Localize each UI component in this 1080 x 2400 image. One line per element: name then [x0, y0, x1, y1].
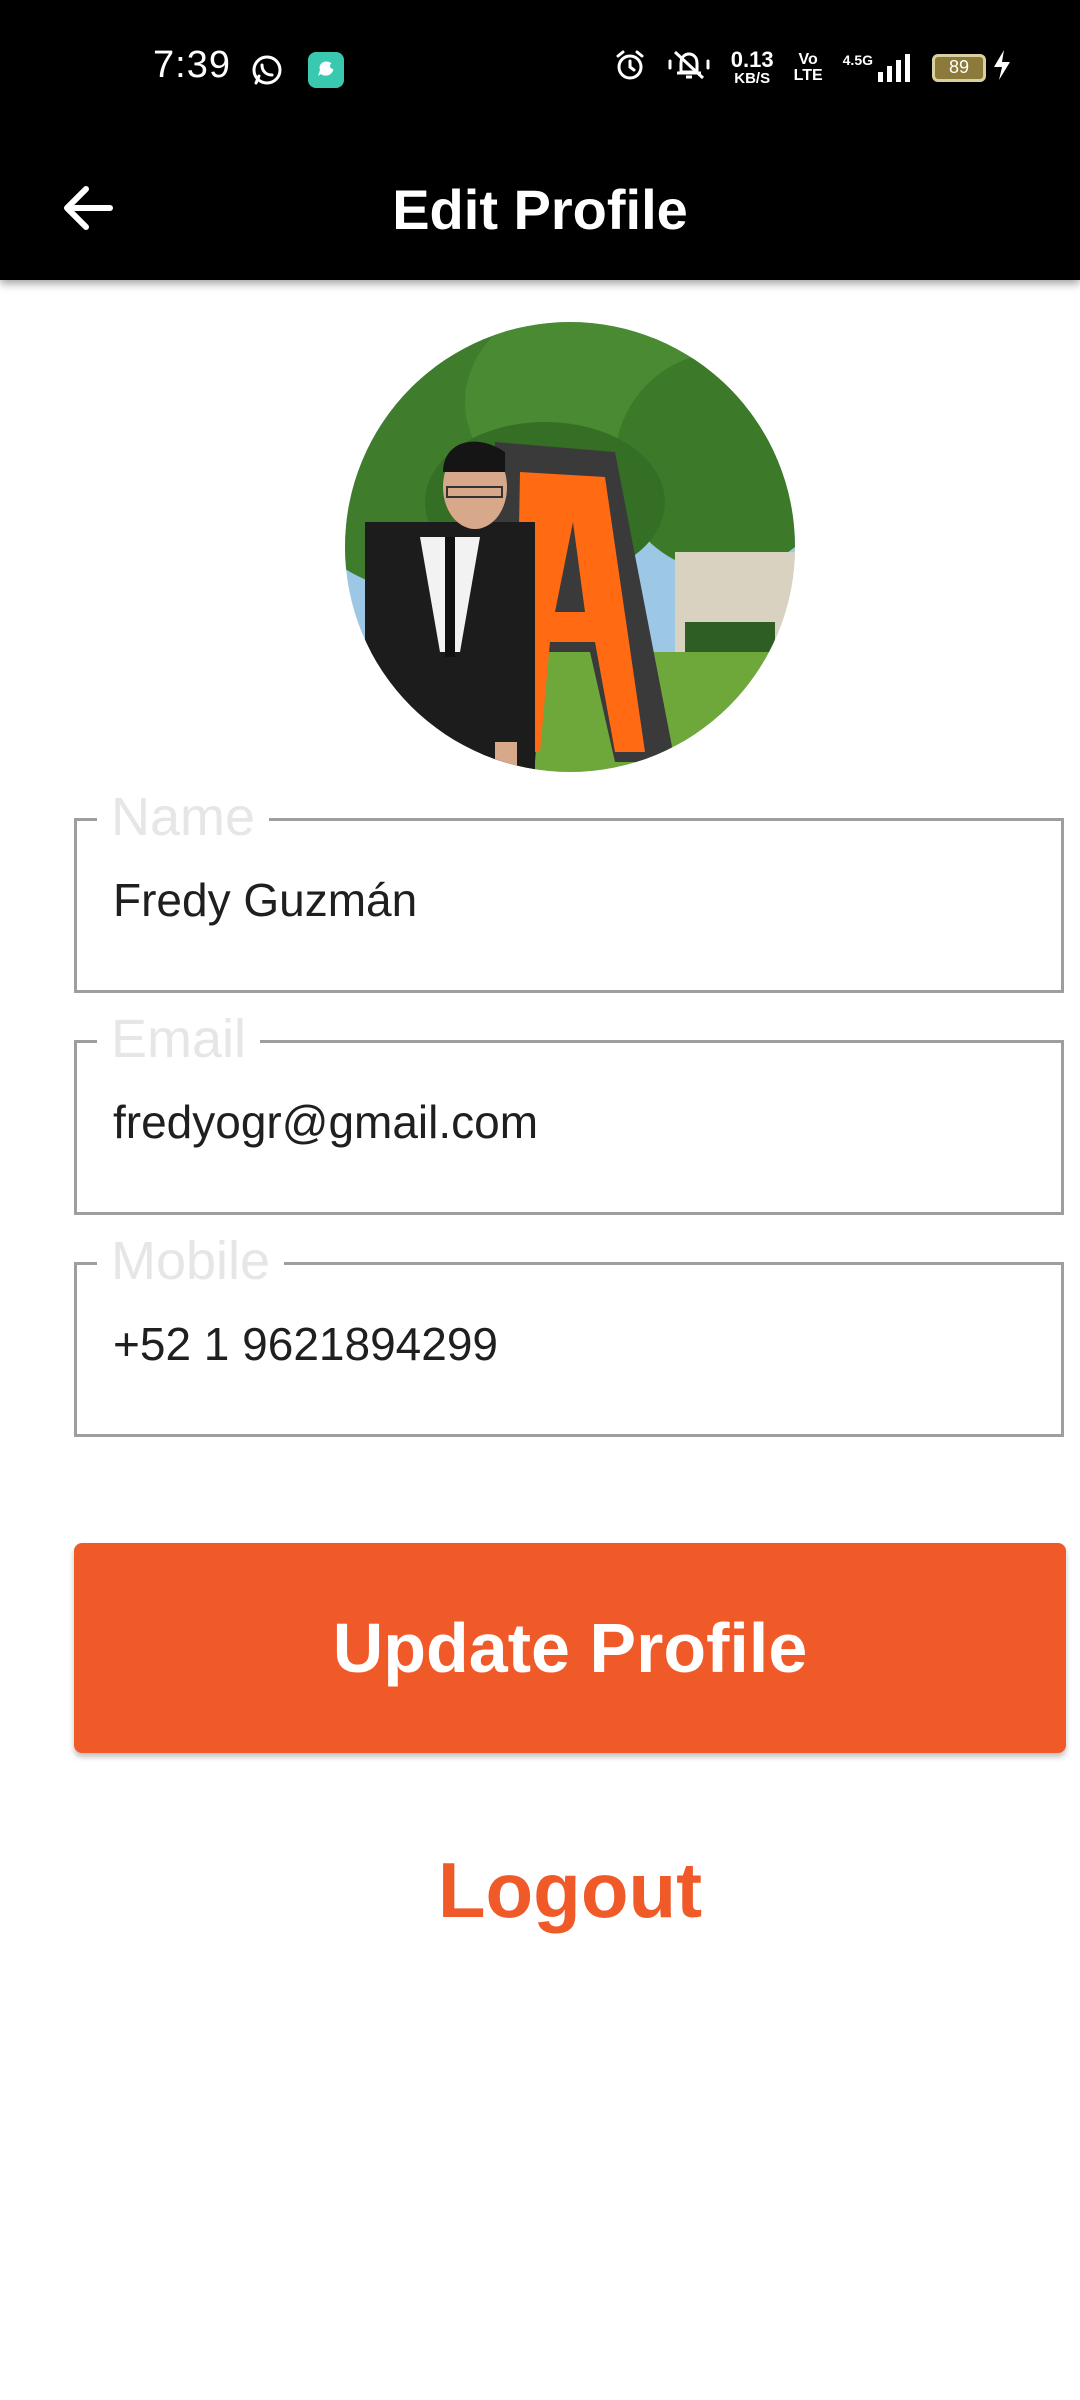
- alarm-icon: [613, 48, 647, 87]
- back-button[interactable]: [48, 170, 128, 250]
- email-field: Email: [74, 1007, 1064, 1215]
- status-bar: 7:39 0.13 KB/S Vo LTE 4.5G 89: [0, 0, 1080, 140]
- status-time: 7:39: [153, 44, 231, 86]
- lightning-icon: [992, 48, 1012, 87]
- whatsapp-icon: [250, 53, 284, 92]
- chat-bubble-icon: [308, 52, 344, 93]
- name-field: Name: [74, 785, 1064, 993]
- update-profile-button[interactable]: Update Profile: [74, 1543, 1066, 1753]
- page-title: Edit Profile: [392, 178, 688, 241]
- volte-indicator: Vo LTE: [793, 50, 823, 84]
- signal-bars-icon: 4.5G: [843, 52, 912, 84]
- email-input[interactable]: [113, 1095, 1013, 1149]
- email-label: Email: [97, 1007, 261, 1071]
- logout-button[interactable]: Logout: [340, 1830, 800, 1950]
- profile-avatar[interactable]: [345, 322, 795, 772]
- bell-off-icon: [667, 48, 711, 87]
- mobile-label: Mobile: [97, 1229, 285, 1293]
- battery-level: 89: [948, 57, 970, 77]
- battery-indicator: 89: [932, 53, 986, 82]
- name-input[interactable]: [113, 873, 1013, 927]
- app-bar: Edit Profile: [0, 140, 1080, 280]
- network-type: 4.5G: [842, 51, 873, 68]
- network-speed: 0.13 KB/S: [730, 47, 774, 87]
- arrow-left-icon: [60, 180, 116, 241]
- notification-icons: [250, 52, 344, 93]
- mobile-field: Mobile: [74, 1229, 1064, 1437]
- name-label: Name: [97, 785, 270, 849]
- system-icons: 0.13 KB/S Vo LTE 4.5G 89: [613, 48, 1012, 87]
- mobile-input[interactable]: [113, 1317, 1013, 1371]
